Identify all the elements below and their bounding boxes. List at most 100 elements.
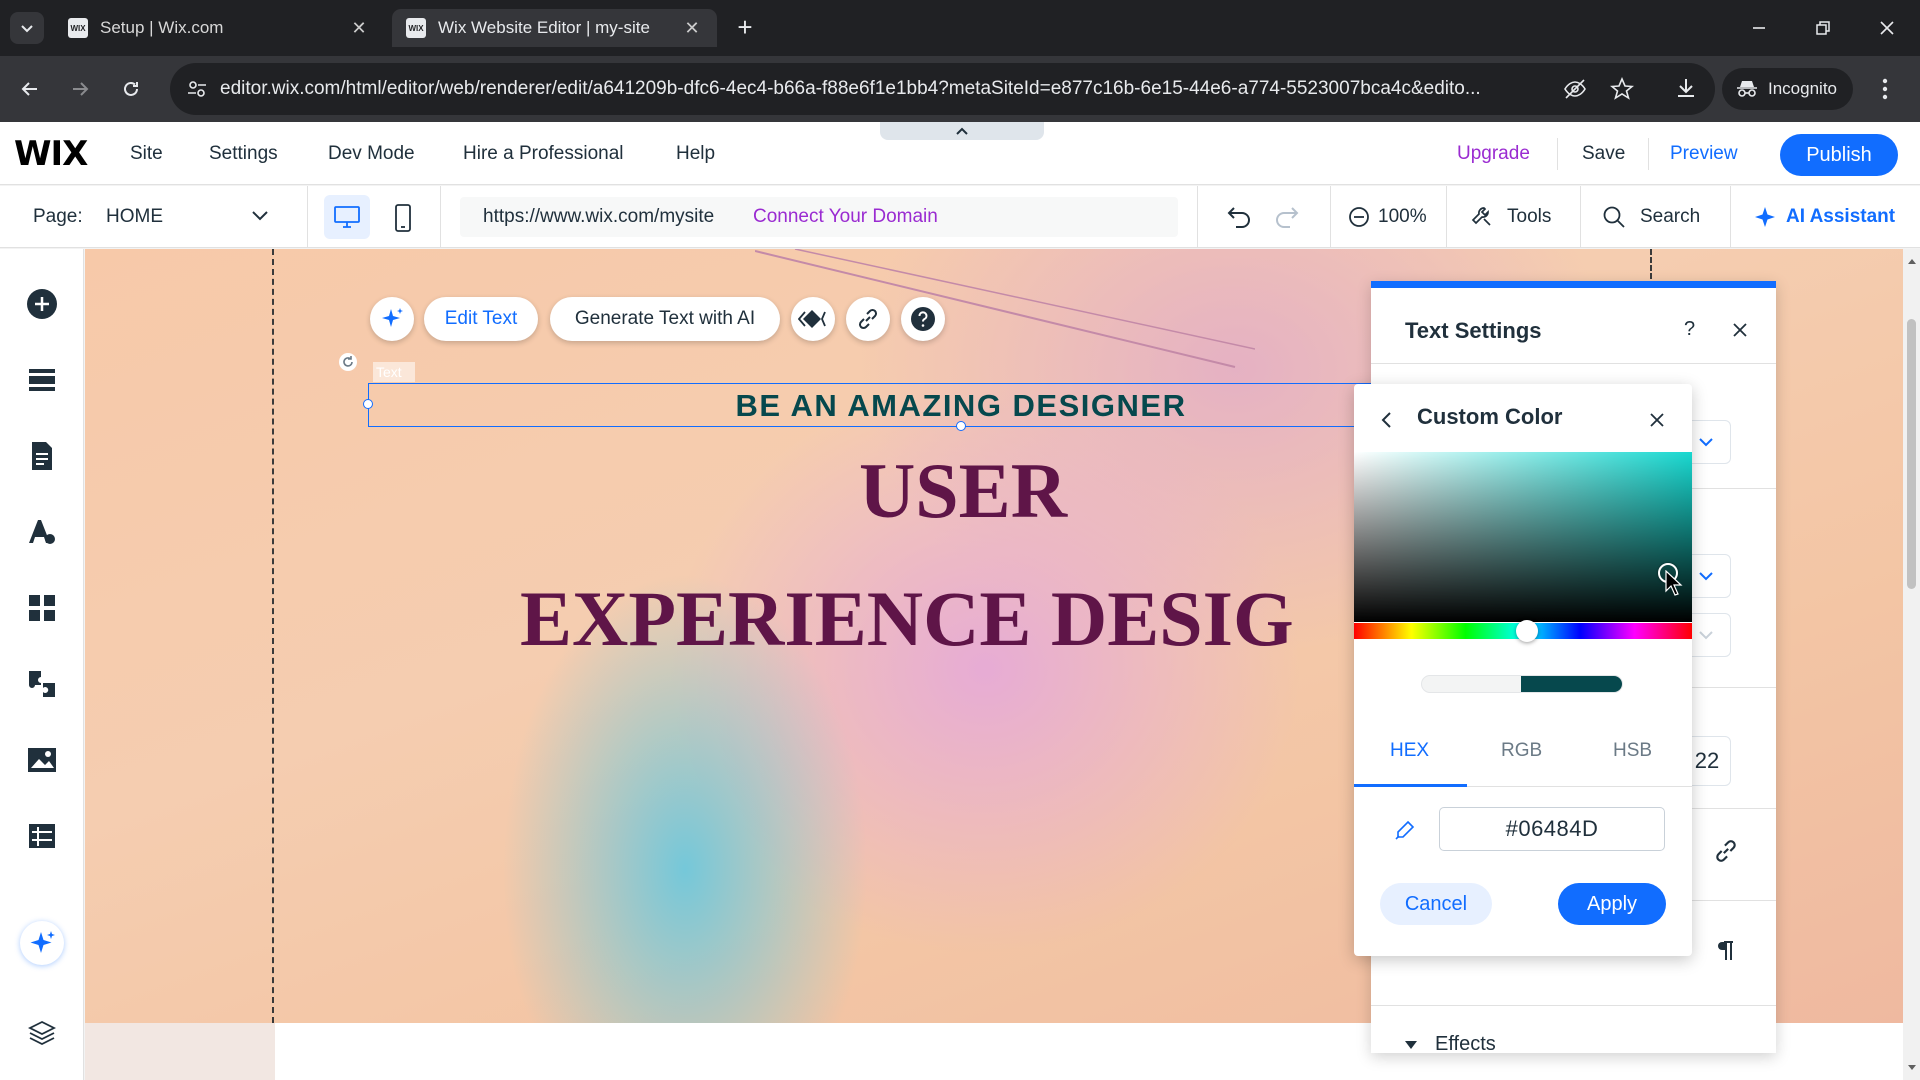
wix-logo[interactable]: WIX [14,134,88,174]
mobile-view-button[interactable] [392,204,414,232]
incognito-badge[interactable]: Incognito [1722,68,1853,110]
divider [1580,186,1581,248]
popup-title: Custom Color [1417,404,1563,429]
chevron-down-icon [21,25,33,33]
layers-icon[interactable] [22,1013,62,1053]
animation-icon[interactable] [791,297,835,341]
menu-settings[interactable]: Settings [209,143,278,165]
element-type-tag: Text [373,362,415,382]
scroll-up-icon[interactable] [1907,257,1917,265]
upgrade-link[interactable]: Upgrade [1457,143,1530,165]
back-icon[interactable] [14,73,46,105]
help-icon[interactable] [901,297,945,341]
ai-sparkle-button[interactable] [370,297,414,341]
incognito-label: Incognito [1768,79,1837,98]
tab-search-dropdown[interactable] [10,12,44,44]
undo-icon[interactable] [1226,204,1252,228]
browser-menu-icon[interactable] [1882,78,1888,100]
collapse-toolbar-button[interactable] [880,122,1044,140]
browser-tab-setup[interactable]: WIX Setup | Wix.com ✕ [54,9,384,47]
zoom-out-icon[interactable] [1348,206,1370,228]
connect-domain-link[interactable]: Connect Your Domain [753,206,938,228]
tab-hex[interactable]: HEX [1390,740,1429,762]
close-icon[interactable] [1649,412,1665,428]
page-label: Page: [33,206,83,227]
site-design-icon[interactable] [22,512,62,552]
page-selector-value[interactable]: HOME [106,206,163,228]
menu-dev-mode[interactable]: Dev Mode [328,143,415,165]
tools-button[interactable]: Tools [1507,206,1551,228]
forward-icon[interactable] [64,73,96,105]
divider [1557,138,1558,170]
caret-down-icon[interactable] [1404,1040,1418,1050]
close-icon[interactable] [1732,322,1748,338]
new-tab-button[interactable]: + [731,14,759,42]
rotate-handle-icon[interactable] [338,352,358,372]
close-tab-icon[interactable]: ✕ [681,17,703,39]
zoom-level[interactable]: 100% [1378,206,1427,228]
tab-hsb[interactable]: HSB [1613,740,1652,762]
divider [1648,138,1649,170]
cms-icon[interactable] [22,816,62,856]
eyedropper-icon[interactable] [1394,819,1416,841]
saturation-brightness-picker[interactable] [1354,452,1692,622]
scroll-down-icon[interactable] [1907,1064,1917,1072]
divider [1197,186,1198,248]
back-icon[interactable] [1380,411,1392,429]
save-button[interactable]: Save [1582,143,1625,165]
search-icon[interactable] [1602,205,1626,229]
chevron-down-icon [1698,437,1713,446]
link-icon[interactable] [846,297,890,341]
custom-color-popup: Custom Color HEX RGB HSB #06484D Cancel … [1354,384,1692,956]
generate-text-ai-button[interactable]: Generate Text with AI [550,297,780,341]
link-icon[interactable] [1713,838,1739,864]
preview-button[interactable]: Preview [1670,143,1738,165]
pages-icon[interactable] [22,436,62,476]
help-icon[interactable]: ? [1684,318,1695,341]
headline-user[interactable]: USER [700,446,1226,536]
restore-icon[interactable] [1808,14,1838,42]
chevron-down-icon[interactable] [252,211,268,221]
desktop-view-button[interactable] [324,195,370,239]
bookmark-star-icon[interactable] [1610,77,1634,101]
search-button[interactable]: Search [1640,206,1700,228]
add-elements-icon[interactable] [22,284,62,324]
sections-icon[interactable] [22,360,62,400]
ai-tools-icon[interactable] [20,921,64,965]
canvas-scrollbar[interactable] [1903,249,1920,1080]
menu-help[interactable]: Help [676,143,715,165]
ai-assistant-button[interactable]: AI Assistant [1786,206,1895,228]
close-tab-icon[interactable]: ✕ [348,17,370,39]
minimize-icon[interactable] [1744,14,1774,42]
headline-experience[interactable]: EXPERIENCE DESIG [520,574,1294,664]
download-icon[interactable] [1674,76,1698,100]
opacity-slider[interactable] [1421,675,1623,693]
cancel-button[interactable]: Cancel [1380,883,1492,925]
text-direction-icon[interactable] [1716,940,1736,962]
tools-icon[interactable] [1470,205,1494,229]
menu-site[interactable]: Site [130,143,163,165]
address-bar[interactable]: editor.wix.com/html/editor/web/renderer/… [170,63,1715,115]
tab-rgb[interactable]: RGB [1501,740,1542,762]
redo-icon[interactable] [1274,204,1300,228]
media-icon[interactable] [22,740,62,780]
eye-slash-icon[interactable] [1563,78,1587,100]
wix-favicon-icon: WIX [406,18,426,38]
hue-slider-handle[interactable] [1516,620,1538,642]
close-window-icon[interactable] [1872,14,1902,42]
site-info-icon[interactable] [186,78,208,100]
publish-button[interactable]: Publish [1780,134,1898,176]
hex-input[interactable]: #06484D [1439,807,1665,851]
menu-hire-professional[interactable]: Hire a Professional [463,143,624,165]
reload-icon[interactable] [115,73,147,105]
effects-section-toggle[interactable]: Effects [1435,1033,1496,1056]
footer-strip [85,1023,275,1080]
browser-tab-editor[interactable]: WIX Wix Website Editor | my-site ✕ [392,9,717,47]
edit-text-button[interactable]: Edit Text [424,297,538,341]
scrollbar-thumb[interactable] [1907,319,1916,589]
business-apps-icon[interactable] [22,664,62,704]
apps-icon[interactable] [22,588,62,628]
apply-button[interactable]: Apply [1558,883,1666,925]
mouse-cursor-icon [1665,570,1683,596]
site-url-field: https://www.wix.com/mysite Connect Your … [460,197,1178,237]
